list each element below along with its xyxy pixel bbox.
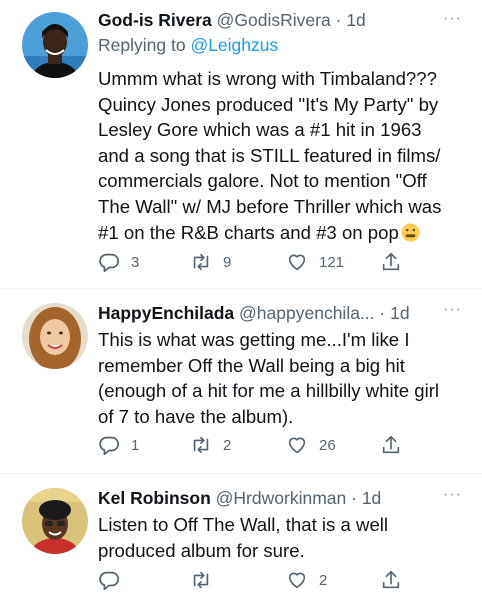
user-handle[interactable]: @Hrdworkinman <box>216 488 347 508</box>
timestamp[interactable]: 1d <box>362 488 381 508</box>
like-count: 121 <box>319 253 345 271</box>
retweet-button[interactable]: 9 <box>190 250 231 274</box>
tweet-text-content: This is what was getting me...I'm like I… <box>98 329 440 427</box>
like-button[interactable]: 26 <box>286 433 336 457</box>
tweet-actions: 3 9 121 <box>98 250 418 274</box>
more-options-icon[interactable]: ··· <box>443 301 462 325</box>
avatar[interactable] <box>22 303 88 369</box>
separator: · <box>379 303 386 323</box>
user-handle[interactable]: @happyenchila... <box>239 303 375 323</box>
mention-link[interactable]: @Leighzus <box>190 35 278 55</box>
reply-button[interactable] <box>98 568 131 592</box>
reply-button[interactable]: 1 <box>98 433 139 457</box>
timestamp[interactable]: 1d <box>390 303 409 323</box>
display-name[interactable]: HappyEnchilada <box>98 303 234 323</box>
share-button[interactable] <box>380 568 402 592</box>
heart-icon <box>288 437 306 454</box>
reply-count: 1 <box>131 436 140 454</box>
user-handle[interactable]: @GodisRivera <box>217 10 331 30</box>
share-button[interactable] <box>380 250 402 274</box>
retweet-icon <box>193 253 209 271</box>
like-count: 2 <box>319 571 328 589</box>
more-options-icon[interactable]: ··· <box>443 10 462 34</box>
display-name[interactable]: Kel Robinson <box>98 488 211 508</box>
tweet-header: God-is Rivera @GodisRivera · 1d <box>98 8 468 32</box>
reply-icon <box>99 571 120 591</box>
like-button[interactable]: 121 <box>286 250 344 274</box>
heart-icon <box>288 572 306 589</box>
tweet-text-content: Ummm what is wrong with Timbaland??? Qui… <box>98 68 442 243</box>
tweet[interactable]: God-is Rivera @GodisRivera · 1d ··· Repl… <box>0 0 482 288</box>
separator: · <box>351 488 357 508</box>
avatar[interactable] <box>22 12 88 78</box>
tweet-actions: 1 2 26 <box>98 433 418 457</box>
tweet-actions: 2 <box>98 568 418 592</box>
tweet-text: Ummm what is wrong with Timbaland??? Qui… <box>98 66 470 245</box>
share-icon <box>382 252 400 271</box>
retweet-button[interactable]: 2 <box>190 433 231 457</box>
reply-icon <box>99 253 120 273</box>
share-icon <box>382 435 400 454</box>
share-icon <box>382 570 400 589</box>
timestamp[interactable]: 1d <box>346 10 365 30</box>
retweet-count: 2 <box>223 436 232 454</box>
retweet-icon <box>193 571 209 589</box>
reply-count: 3 <box>131 253 140 271</box>
tweet-text: Listen to Off The Wall, that is a well p… <box>98 512 470 563</box>
reply-button[interactable]: 3 <box>98 250 139 274</box>
more-options-icon[interactable]: ··· <box>443 486 462 510</box>
retweet-count: 9 <box>223 253 232 271</box>
tweet-header: Kel Robinson @Hrdworkinman · 1d <box>98 486 468 510</box>
grimacing-face-icon <box>401 223 420 242</box>
like-button[interactable]: 2 <box>286 568 327 592</box>
tweet[interactable]: Kel Robinson @Hrdworkinman · 1d ··· List… <box>0 474 482 600</box>
avatar-image <box>22 12 88 78</box>
tweet-header: HappyEnchilada @happyenchila... · 1d <box>98 301 468 325</box>
retweet-icon <box>193 436 209 454</box>
reply-icon <box>99 436 120 456</box>
replying-to: Replying to @Leighzus <box>98 34 278 56</box>
avatar-image <box>22 303 88 369</box>
like-count: 26 <box>319 436 336 454</box>
avatar-image <box>22 488 88 554</box>
display-name[interactable]: God-is Rivera <box>98 10 212 30</box>
share-button[interactable] <box>380 433 402 457</box>
heart-icon <box>288 254 306 271</box>
retweet-button[interactable] <box>190 568 223 592</box>
replying-to-label: Replying to <box>98 35 186 55</box>
avatar[interactable] <box>22 488 88 554</box>
tweet-text-content: Listen to Off The Wall, that is a well p… <box>98 514 389 561</box>
separator: · <box>335 10 342 30</box>
tweet[interactable]: HappyEnchilada @happyenchila... · 1d ···… <box>0 289 482 473</box>
tweet-text: This is what was getting me...I'm like I… <box>98 327 470 429</box>
